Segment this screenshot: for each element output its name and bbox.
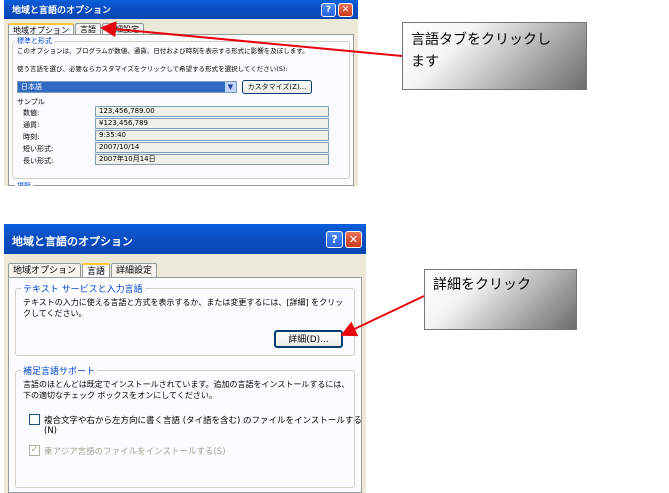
arrow-to-details-button xyxy=(340,295,425,337)
annotation-arrows xyxy=(100,21,425,337)
arrow-to-language-tab xyxy=(100,21,403,57)
